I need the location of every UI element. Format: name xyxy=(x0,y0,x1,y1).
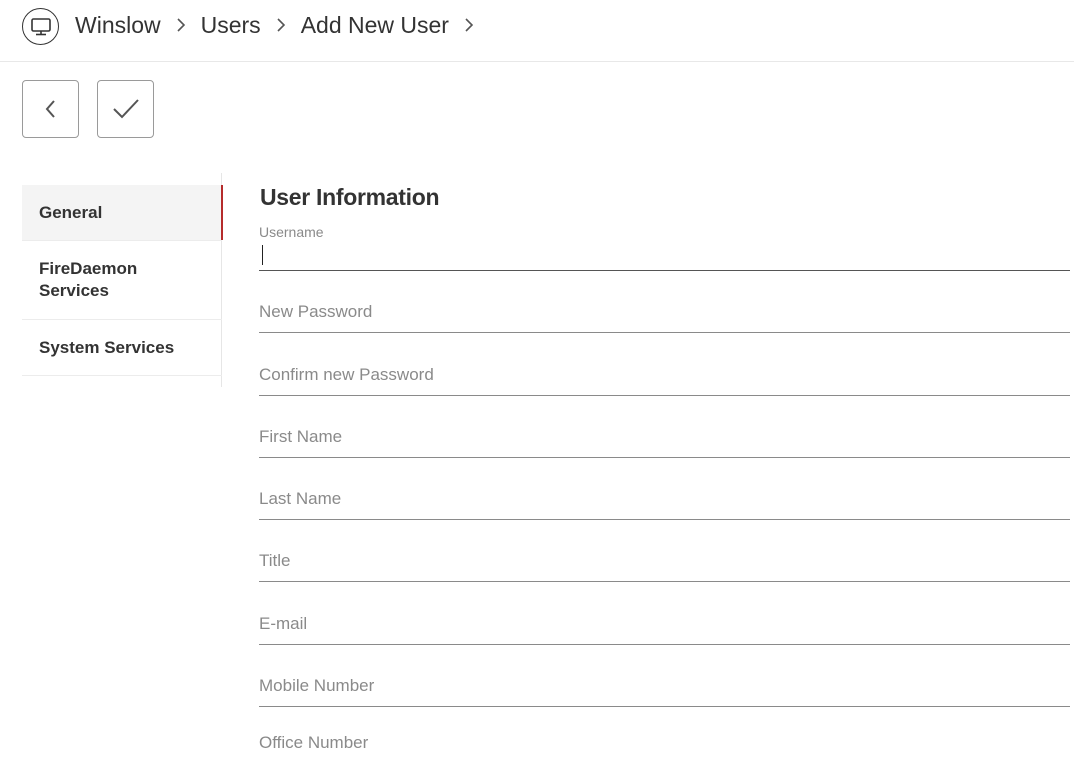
breadcrumb-users[interactable]: Users xyxy=(201,12,261,39)
section-title: User Information xyxy=(260,184,440,210)
sidebar-item-system-services[interactable]: System Services xyxy=(22,320,222,376)
confirm-password-field xyxy=(259,333,1070,396)
office-number-field xyxy=(259,707,1070,761)
email-input[interactable] xyxy=(259,608,1070,640)
back-button[interactable] xyxy=(22,80,79,138)
top-header: Winslow Users Add New User xyxy=(0,0,1074,62)
breadcrumb-winslow[interactable]: Winslow xyxy=(75,12,161,39)
first-name-input[interactable] xyxy=(259,421,1070,453)
monitor-icon[interactable] xyxy=(22,8,59,45)
save-button[interactable] xyxy=(97,80,154,138)
mobile-number-input[interactable] xyxy=(259,670,1070,702)
sidebar-item-label: FireDaemon Services xyxy=(39,259,138,300)
new-password-input[interactable] xyxy=(259,296,1070,328)
title-input[interactable] xyxy=(259,545,1070,577)
first-name-field xyxy=(259,396,1070,458)
breadcrumb: Winslow Users Add New User xyxy=(75,10,489,40)
title-field xyxy=(259,520,1070,582)
mobile-number-field xyxy=(259,645,1070,707)
office-number-input[interactable] xyxy=(259,727,1070,759)
last-name-field xyxy=(259,458,1070,520)
username-label: Username xyxy=(259,224,324,240)
email-field xyxy=(259,582,1070,645)
breadcrumb-add-new-user[interactable]: Add New User xyxy=(301,12,449,39)
chevron-right-icon xyxy=(261,17,301,33)
new-password-field xyxy=(259,271,1070,333)
chevron-right-icon xyxy=(161,17,201,33)
checkmark-icon xyxy=(112,99,139,119)
chevron-right-icon xyxy=(449,17,489,33)
side-navigation: General FireDaemon Services System Servi… xyxy=(22,173,223,387)
chevron-left-icon xyxy=(45,100,55,118)
sidebar-item-label: System Services xyxy=(39,337,175,357)
last-name-input[interactable] xyxy=(259,483,1070,515)
sidebar-item-firedaemon-services[interactable]: FireDaemon Services xyxy=(22,241,222,320)
confirm-password-input[interactable] xyxy=(259,359,1070,391)
sidebar-item-label: General xyxy=(39,202,103,222)
sidebar-item-general[interactable]: General xyxy=(22,185,223,241)
username-input[interactable] xyxy=(259,244,1070,268)
active-indicator xyxy=(221,185,223,240)
username-field: Username xyxy=(259,222,1070,271)
